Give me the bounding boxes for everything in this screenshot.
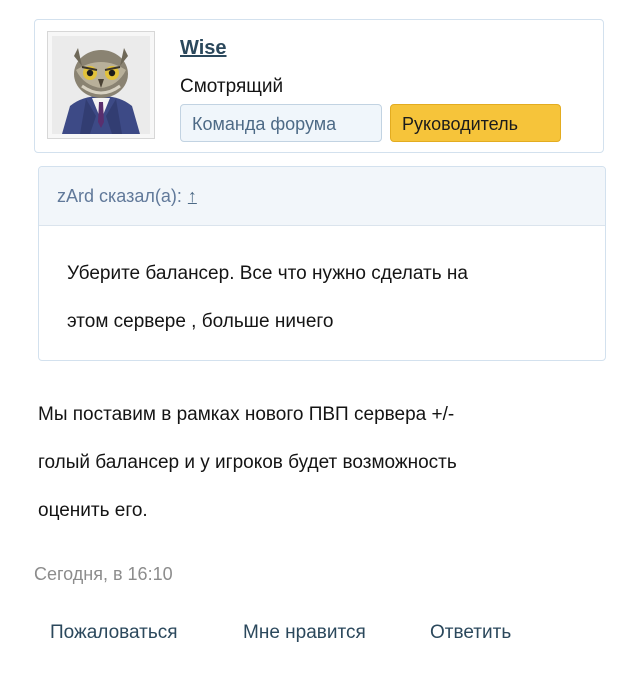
quote-line: этом сервере , больше ничего [67, 311, 334, 332]
jump-to-quote-icon[interactable]: ↑ [188, 186, 197, 206]
message-line: оценить его. [38, 500, 148, 521]
quote-block: zArd сказал(а): ↑ Уберите балансер. Все ч… [38, 166, 606, 361]
user-card: Wise Смотрящий Команда форума Руководите… [34, 19, 604, 153]
post-date[interactable]: Сегодня, в 16:10 [34, 564, 173, 585]
avatar[interactable] [52, 36, 150, 134]
reply-button[interactable]: Ответить [430, 622, 511, 644]
like-button[interactable]: Мне нравится [243, 622, 366, 644]
message-line: голый балансер и у игроков будет возможн… [38, 452, 457, 473]
user-title: Смотрящий [180, 76, 284, 97]
quote-line: Уберите балансер. Все что нужно сделать … [67, 263, 468, 284]
banner-forum-team: Команда форума [180, 104, 382, 142]
quote-author: zArd сказал(а): [57, 186, 182, 206]
quote-header: zArd сказал(а): ↑ [39, 167, 605, 226]
avatar-frame[interactable] [47, 31, 155, 139]
report-button[interactable]: Пожаловаться [50, 622, 178, 644]
message-line: Мы поставим в рамках нового ПВП сервера … [38, 404, 455, 425]
message-body: Мы поставим в рамках нового ПВП сервера … [38, 391, 598, 535]
owl-avatar-icon [52, 36, 150, 134]
username-link[interactable]: Wise [180, 37, 227, 60]
forum-post: Wise Смотрящий Команда форума Руководите… [0, 0, 640, 682]
quote-content: Уберите балансер. Все что нужно сделать … [39, 226, 605, 346]
banner-leader: Руководитель [390, 104, 561, 142]
